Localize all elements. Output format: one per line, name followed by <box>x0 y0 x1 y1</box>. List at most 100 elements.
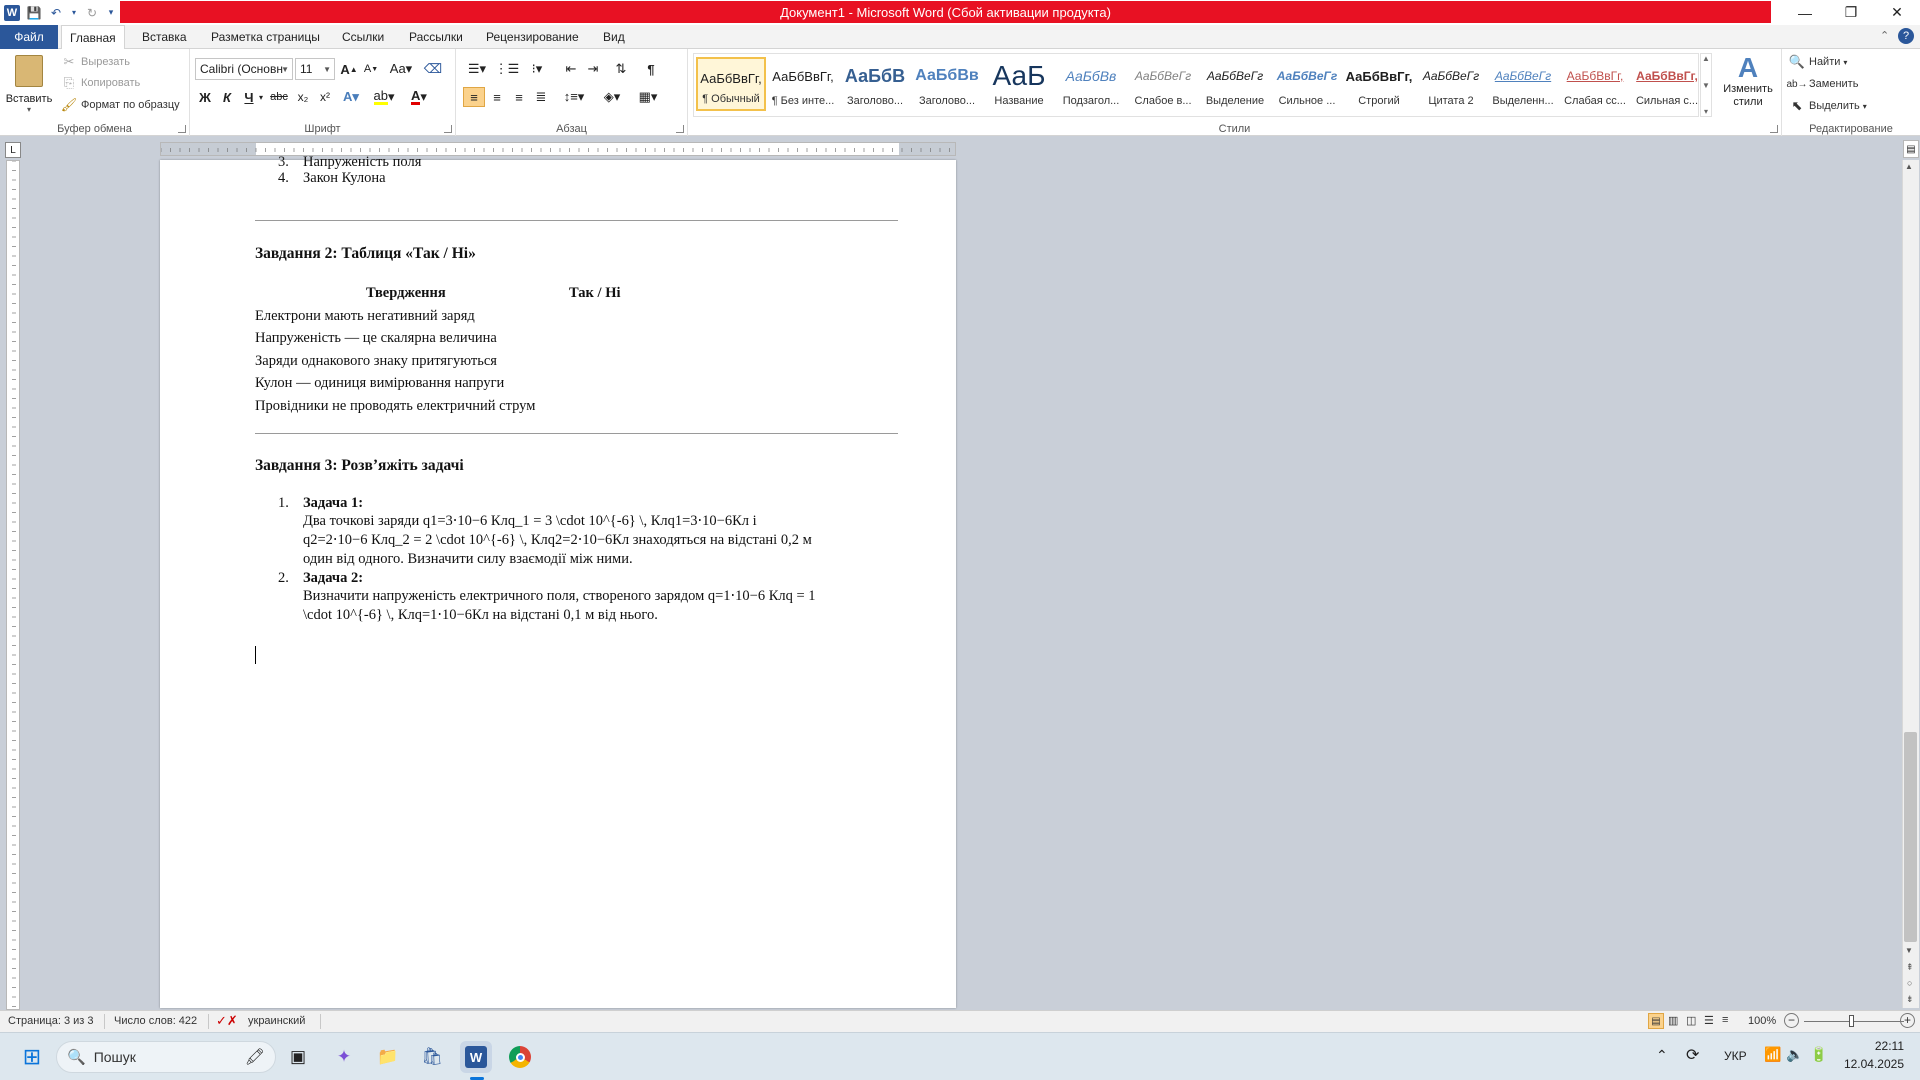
highlight-icon[interactable]: ab ▾ <box>370 87 398 107</box>
change-styles-button[interactable]: A Изменить стили <box>1718 53 1778 119</box>
language[interactable]: украинский <box>248 1015 305 1027</box>
shading-icon[interactable]: ◈▾ <box>598 87 626 107</box>
superscript-icon[interactable]: x² <box>314 87 336 107</box>
copilot-icon[interactable]: ✦ <box>328 1041 360 1073</box>
windows-start-icon[interactable]: ⊞ <box>16 1041 48 1073</box>
clock-date[interactable]: 12.04.2025 <box>1840 1057 1904 1071</box>
browse-object-icon[interactable]: ○ <box>1907 978 1912 988</box>
select-button[interactable]: ⬉ Выделить ▾ <box>1788 96 1867 116</box>
taskbar-search[interactable]: 🔍 Пошук 🖍 <box>56 1041 276 1073</box>
style-quote-2[interactable]: АаБбВеГг Цитата 2 <box>1416 57 1486 111</box>
undo-icon[interactable]: ↶ <box>48 5 64 21</box>
tab-selector[interactable]: L <box>5 142 21 158</box>
outline-icon[interactable]: ☰ <box>1704 1014 1714 1027</box>
line-spacing-icon[interactable]: ↕≡▾ <box>560 87 588 107</box>
style-title[interactable]: АаБ Название <box>984 57 1054 111</box>
clipboard-launcher-icon[interactable] <box>178 125 186 133</box>
style-subtle-emphasis[interactable]: АаБбВеГг Слабое в... <box>1128 57 1198 111</box>
file-explorer-icon[interactable]: 📁 <box>372 1041 404 1073</box>
chevron-down-icon[interactable]: ▼ <box>1702 81 1710 90</box>
copy-button[interactable]: ⎘ Копировать <box>60 73 140 93</box>
sync-icon[interactable]: ⟳ <box>1686 1045 1699 1065</box>
chrome-icon[interactable] <box>504 1041 536 1073</box>
minimize-button[interactable]: — <box>1782 0 1828 25</box>
zoom-slider[interactable] <box>1804 1021 1904 1022</box>
help-icon[interactable]: ? <box>1898 28 1914 44</box>
cut-button[interactable]: ✂ Вырезать <box>60 52 130 72</box>
shrink-font-icon[interactable]: A ▼ <box>360 59 382 79</box>
show-formatting-icon[interactable]: ¶ <box>640 59 662 79</box>
align-right-icon[interactable]: ≡ <box>508 87 530 107</box>
align-left-icon[interactable]: ≡ <box>463 87 485 107</box>
undo-dropdown-icon[interactable]: ▾ <box>70 5 78 21</box>
draft-icon[interactable]: ≡ <box>1722 1014 1728 1026</box>
ruler-toggle-icon[interactable]: ▤ <box>1903 140 1919 158</box>
grow-font-icon[interactable]: A ▲ <box>338 59 360 79</box>
styles-launcher-icon[interactable] <box>1770 125 1778 133</box>
tab-mailings[interactable]: Рассылки <box>401 25 471 49</box>
style-emphasis[interactable]: АаБбВеГг Выделение <box>1200 57 1270 111</box>
input-language[interactable]: УКР <box>1724 1049 1747 1063</box>
tab-insert[interactable]: Вставка <box>134 25 195 49</box>
find-button[interactable]: 🔍 Найти ▾ <box>1788 52 1848 72</box>
format-painter-button[interactable]: 🖌 Формат по образцу <box>60 95 180 115</box>
next-page-icon[interactable]: ⇟ <box>1906 994 1914 1005</box>
tab-page-layout[interactable]: Разметка страницы <box>203 25 328 49</box>
tab-view[interactable]: Вид <box>595 25 633 49</box>
scroll-thumb[interactable] <box>1904 732 1917 942</box>
gallery-scroll[interactable]: ▲ ▼ ▾ <box>1700 53 1712 117</box>
clock-time[interactable]: 22:11 <box>1864 1039 1904 1053</box>
font-size-combo[interactable]: 11 ▼ <box>295 58 335 80</box>
task-view-icon[interactable]: ▣ <box>282 1041 314 1073</box>
font-name-combo[interactable]: Calibri (Основн ▼ <box>195 58 293 80</box>
volume-icon[interactable]: 🔈 <box>1786 1046 1803 1063</box>
style-heading-2[interactable]: АаБбВв Заголово... <box>912 57 982 111</box>
paste-button[interactable]: Вставить ▾ <box>6 53 52 121</box>
save-icon[interactable]: 💾 <box>26 5 42 21</box>
tab-file[interactable]: Файл <box>0 25 58 49</box>
tab-home[interactable]: Главная <box>61 25 125 50</box>
chevron-up-icon[interactable]: ▲ <box>1702 54 1710 63</box>
strikethrough-icon[interactable]: abc <box>268 87 290 107</box>
style-subtle-reference[interactable]: АаБбВвГг, Слабая сс... <box>1560 57 1630 111</box>
sort-icon[interactable]: ⇅ <box>610 59 632 79</box>
increase-indent-icon[interactable]: ⇥ <box>582 59 604 79</box>
proofing-icon[interactable]: ✓✗ <box>216 1013 238 1029</box>
vertical-ruler[interactable] <box>6 160 20 1010</box>
bold-button[interactable]: Ж <box>194 87 216 107</box>
replace-button[interactable]: ab→ Заменить <box>1786 74 1858 94</box>
tab-references[interactable]: Ссылки <box>334 25 392 49</box>
zoom-level[interactable]: 100% <box>1748 1015 1776 1027</box>
word-taskbar-icon[interactable]: W <box>460 1041 492 1073</box>
font-color-icon[interactable]: A ▾ <box>406 87 432 107</box>
multilevel-list-icon[interactable]: ⁝▾ <box>524 59 550 79</box>
style-strong[interactable]: АаБбВвГг, Строгий <box>1344 57 1414 111</box>
bullets-icon[interactable]: ☰▾ <box>464 59 490 79</box>
paragraph-launcher-icon[interactable] <box>676 125 684 133</box>
more-icon[interactable]: ▾ <box>1704 107 1708 116</box>
scroll-down-icon[interactable]: ▼ <box>1905 946 1913 955</box>
zoom-slider-thumb[interactable] <box>1849 1015 1854 1027</box>
font-launcher-icon[interactable] <box>444 125 452 133</box>
justify-icon[interactable]: ≣ <box>530 87 552 107</box>
clear-formatting-icon[interactable]: ⌫ <box>422 59 444 79</box>
style-intense-quote[interactable]: АаБбВеГг Выделенн... <box>1488 57 1558 111</box>
web-layout-icon[interactable]: ◫ <box>1686 1014 1696 1027</box>
print-layout-icon[interactable]: ▤ <box>1648 1013 1664 1029</box>
wifi-icon[interactable]: 📶 <box>1764 1046 1781 1063</box>
customize-qat-icon[interactable]: ▾ <box>106 5 116 21</box>
style-intense-emphasis[interactable]: АаБбВеГг Сильное ... <box>1272 57 1342 111</box>
store-icon[interactable]: 🛍 <box>416 1041 448 1073</box>
borders-icon[interactable]: ▦▾ <box>634 87 662 107</box>
minimize-ribbon-icon[interactable]: ⌃ <box>1880 29 1889 42</box>
previous-page-icon[interactable]: ⇞ <box>1906 962 1914 973</box>
italic-button[interactable]: К <box>216 87 238 107</box>
style-intense-reference[interactable]: АаБбВвГг, Сильная с... <box>1632 57 1702 111</box>
style-normal[interactable]: АаБбВвГг, ¶ Обычный <box>696 57 766 111</box>
tray-chevron-icon[interactable]: ⌃ <box>1656 1047 1668 1064</box>
underline-dropdown-icon[interactable]: ▾ <box>256 87 266 107</box>
full-screen-reading-icon[interactable]: ▥ <box>1668 1014 1678 1027</box>
document-page[interactable]: 3. Напруженість поля 4. Закон Кулона Зав… <box>160 154 956 1008</box>
numbering-icon[interactable]: ⋮☰ <box>494 59 520 79</box>
text-effects-icon[interactable]: A▾ <box>340 87 362 107</box>
